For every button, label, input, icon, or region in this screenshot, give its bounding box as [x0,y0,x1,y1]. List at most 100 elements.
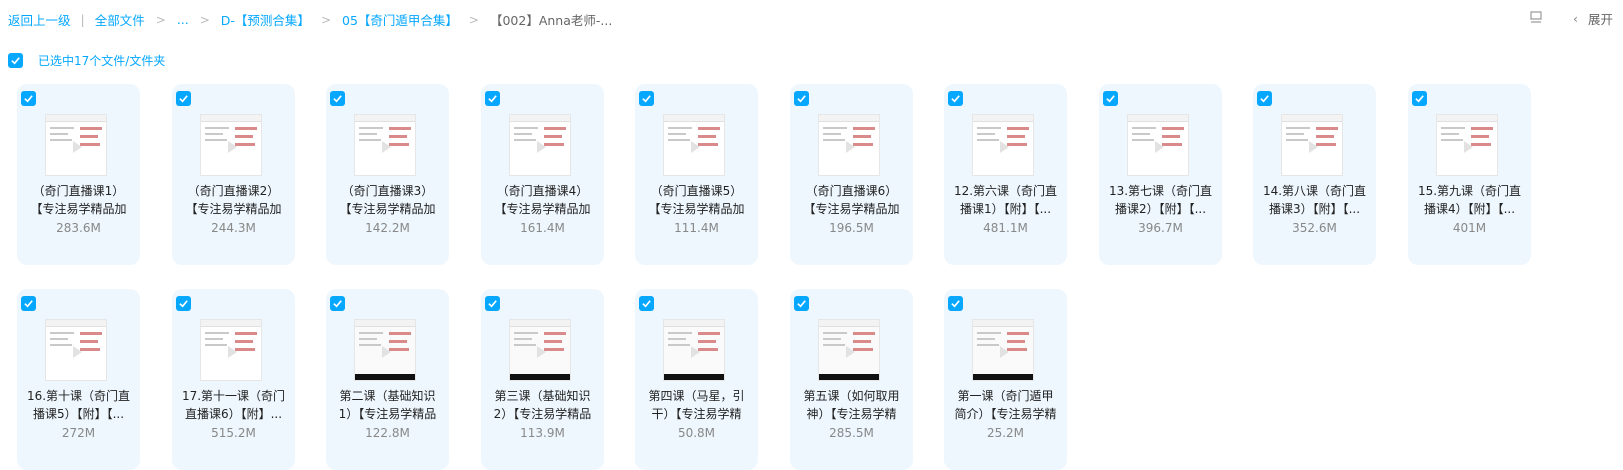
back-link[interactable]: 返回上一级 [8,10,71,29]
video-thumbnail[interactable] [509,114,571,176]
file-size: 113.9M [520,426,565,440]
video-thumbnail[interactable] [818,114,880,176]
crumb-qimen-collection[interactable]: 05【奇门遁甲合集】 [342,10,458,29]
file-card[interactable]: （奇门直播课1） 【专注易学精品加 283.6M [17,84,140,265]
play-icon [691,141,700,153]
file-name-line: 【专注易学精品加 [803,201,900,216]
video-thumbnail[interactable] [200,114,262,176]
file-name[interactable]: 第四课（马星，引 干）【专注易学精 [641,388,752,423]
file-name[interactable]: （奇门直播课3） 【专注易学精品加 [332,183,443,218]
file-name[interactable]: 17.第十一课（奇门 直播课6）【附】... [178,388,289,423]
file-name-line: 【专注易学精品加 [648,201,745,216]
file-card[interactable]: 第四课（马星，引 干）【专注易学精 50.8M [635,289,758,470]
file-checkbox[interactable] [794,91,809,106]
play-icon [228,346,237,358]
play-icon [846,346,855,358]
file-card[interactable]: 第五课（如何取用 神）【专注易学精 285.5M [790,289,913,470]
play-icon [382,141,391,153]
file-card[interactable]: 17.第十一课（奇门 直播课6）【附】... 515.2M [172,289,295,470]
file-card[interactable]: 15.第九课（奇门直 播课4）【附】【... 401M [1408,84,1531,265]
check-icon [179,95,188,103]
file-card[interactable]: 第一课（奇门遁甲 简介）【专注易学精 25.2M [944,289,1067,470]
file-checkbox[interactable] [21,91,36,106]
file-card[interactable]: 13.第七课（奇门直 播课2）【附】【... 396.7M [1099,84,1222,265]
file-checkbox[interactable] [1412,91,1427,106]
file-card[interactable]: （奇门直播课5） 【专注易学精品加 111.4M [635,84,758,265]
file-checkbox[interactable] [1103,91,1118,106]
file-checkbox[interactable] [1257,91,1272,106]
select-all-checkbox[interactable] [8,53,23,68]
video-thumbnail[interactable] [509,319,571,381]
file-name[interactable]: 第二课（基础知识 1）【专注易学精品 [332,388,443,423]
video-thumbnail[interactable] [1127,114,1189,176]
file-checkbox[interactable] [639,296,654,311]
file-name[interactable]: （奇门直播课6） 【专注易学精品加 [796,183,907,218]
file-name[interactable]: 14.第八课（奇门直 播课3）【附】【... [1259,183,1370,218]
file-card[interactable]: 12.第六课（奇门直 播课1）【附】【... 481.1M [944,84,1067,265]
file-checkbox[interactable] [948,296,963,311]
file-checkbox[interactable] [948,91,963,106]
file-checkbox[interactable] [176,91,191,106]
selection-count: 已选中17个文件/文件夹 [38,54,166,68]
file-name[interactable]: （奇门直播课4） 【专注易学精品加 [487,183,598,218]
video-thumbnail[interactable] [45,114,107,176]
file-name[interactable]: （奇门直播课1） 【专注易学精品加 [23,183,134,218]
file-size: 401M [1452,221,1487,235]
video-thumbnail[interactable] [354,319,416,381]
play-icon [691,346,700,358]
chevron-right-icon: > [199,12,210,27]
crumb-all-files[interactable]: 全部文件 [95,10,145,29]
file-checkbox[interactable] [330,296,345,311]
crumb-predict-collection[interactable]: D-【预测合集】 [221,10,310,29]
file-name[interactable]: （奇门直播课5） 【专注易学精品加 [641,183,752,218]
file-name-line: 干）【专注易学精 [651,406,742,421]
file-checkbox[interactable] [485,91,500,106]
video-thumbnail[interactable] [200,319,262,381]
file-name[interactable]: 15.第九课（奇门直 播课4）【附】【... [1414,183,1525,218]
file-name-line: 第一课（奇门遁甲 [957,389,1054,403]
expand-button[interactable]: ‹ 展开 [1573,9,1613,28]
file-checkbox[interactable] [794,296,809,311]
file-size: 352.6M [1292,221,1337,235]
video-thumbnail[interactable] [1281,114,1343,176]
video-thumbnail[interactable] [45,319,107,381]
file-name[interactable]: 13.第七课（奇门直 播课2）【附】【... [1105,183,1216,218]
video-thumbnail[interactable] [354,114,416,176]
video-thumbnail[interactable] [818,319,880,381]
file-card[interactable]: 16.第十课（奇门直 播课5）【附】【... 272M [17,289,140,470]
file-card[interactable]: 第三课（基础知识 2）【专注易学精品 113.9M [481,289,604,470]
file-checkbox[interactable] [330,91,345,106]
file-checkbox[interactable] [485,296,500,311]
video-thumbnail[interactable] [663,114,725,176]
play-icon [73,141,82,153]
video-thumbnail[interactable] [1436,114,1498,176]
file-name-line: 直播课6）【附】... [184,406,283,421]
file-card[interactable]: 第二课（基础知识 1）【专注易学精品 122.8M [326,289,449,470]
play-icon [537,141,546,153]
list-view-icon[interactable] [1529,10,1543,27]
file-name[interactable]: 第三课（基础知识 2）【专注易学精品 [487,388,598,423]
file-name[interactable]: 第一课（奇门遁甲 简介）【专注易学精 [950,388,1061,423]
file-checkbox[interactable] [21,296,36,311]
file-name[interactable]: 12.第六课（奇门直 播课1）【附】【... [950,183,1061,218]
file-size: 396.7M [1138,221,1183,235]
file-name[interactable]: （奇门直播课2） 【专注易学精品加 [178,183,289,218]
breadcrumb-divider: | [80,12,85,27]
video-thumbnail[interactable] [972,319,1034,381]
file-checkbox[interactable] [639,91,654,106]
file-name[interactable]: 16.第十课（奇门直 播课5）【附】【... [23,388,134,423]
file-name-line: 13.第七课（奇门直 [1108,184,1213,198]
check-icon [333,300,342,308]
video-thumbnail[interactable] [663,319,725,381]
file-card[interactable]: 14.第八课（奇门直 播课3）【附】【... 352.6M [1253,84,1376,265]
file-card[interactable]: （奇门直播课3） 【专注易学精品加 142.2M [326,84,449,265]
video-thumbnail[interactable] [972,114,1034,176]
check-icon [1415,95,1424,103]
file-card[interactable]: （奇门直播课4） 【专注易学精品加 161.4M [481,84,604,265]
crumb-ellipsis[interactable]: ... [177,12,189,27]
file-name[interactable]: 第五课（如何取用 神）【专注易学精 [796,388,907,423]
file-card[interactable]: （奇门直播课6） 【专注易学精品加 196.5M [790,84,913,265]
file-card[interactable]: （奇门直播课2） 【专注易学精品加 244.3M [172,84,295,265]
file-checkbox[interactable] [176,296,191,311]
check-icon [1106,95,1115,103]
